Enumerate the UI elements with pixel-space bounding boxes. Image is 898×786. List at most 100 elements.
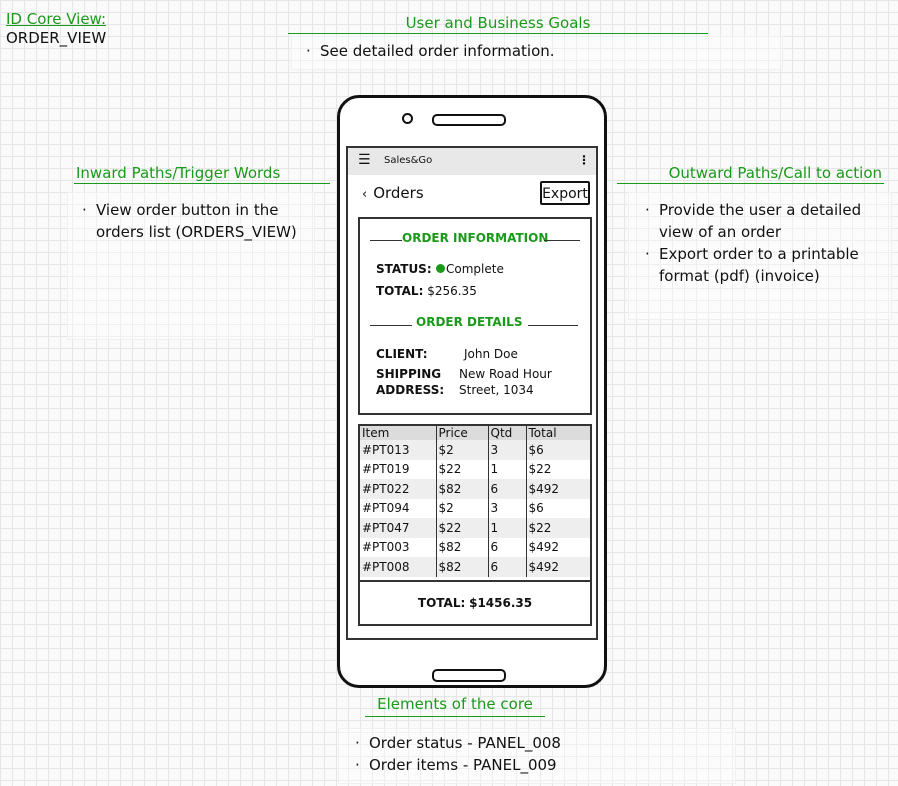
inward-header: Inward Paths/Trigger Words	[74, 163, 330, 184]
shipping-label-line2: ADDRESS:	[376, 383, 445, 397]
table-cell: 3	[488, 440, 527, 460]
table-cell: $82	[436, 479, 489, 499]
table-cell: $492	[526, 479, 590, 499]
elements-box: Order status - PANEL_008 Order items - P…	[338, 728, 736, 784]
outward-item: Provide the user a detailed view of an o…	[641, 199, 889, 243]
table-header-cell: Qtd	[488, 426, 527, 440]
order-info-panel: ORDER INFORMATION STATUS: Complete TOTAL…	[358, 217, 592, 415]
table-cell: $492	[526, 557, 590, 577]
chevron-left-icon: ‹	[362, 187, 368, 202]
table-cell: $6	[526, 440, 590, 460]
status-dot-icon	[436, 264, 445, 273]
table-cell: $22	[436, 459, 489, 479]
core-view-id: ID Core View: ORDER_VIEW	[6, 10, 106, 47]
table-header-cell: Price	[436, 426, 489, 440]
inward-item: View order button in the orders list (OR…	[78, 199, 306, 243]
divider	[370, 325, 412, 326]
order-info-title: ORDER INFORMATION	[402, 231, 549, 245]
shipping-label-line1: SHIPPING	[376, 367, 442, 381]
phone-screen: ☰ Sales&Go ⋮ ‹ Orders Export ORDER INFORM…	[346, 146, 598, 640]
camera-icon	[402, 113, 413, 124]
back-label: Orders	[373, 184, 424, 202]
table-row: #PT047 $22 1 $22	[360, 518, 590, 538]
table-cell: $6	[528, 501, 544, 516]
total-value: $256.35	[427, 284, 477, 298]
inward-title: Inward Paths/Trigger Words	[76, 164, 281, 182]
outward-list: Provide the user a detailed view of an o…	[641, 199, 889, 287]
table-row: #PT094 $2 3 $6	[360, 498, 590, 518]
export-button[interactable]: Export	[540, 181, 590, 205]
status-value: Complete	[446, 262, 504, 276]
speaker-icon	[432, 114, 506, 126]
hamburger-menu-icon[interactable]: ☰	[358, 152, 371, 168]
client-value: John Doe	[464, 347, 518, 361]
vertical-dots-icon[interactable]: ⋮	[578, 153, 590, 167]
shipping-value-line2: Street, 1034	[459, 383, 534, 397]
table-cell: #PT094	[360, 498, 437, 518]
divider	[528, 325, 578, 326]
inward-list: View order button in the orders list (OR…	[78, 199, 306, 243]
shipping-value-line1: New Road Hour	[459, 367, 552, 381]
grand-total-label: TOTAL:	[417, 596, 466, 610]
table-row: #PT008 $82 6 $492	[360, 557, 590, 577]
status-badge: Complete	[436, 262, 504, 277]
table-cell: #PT019	[360, 459, 437, 479]
grand-total-panel: TOTAL: $1456.35	[358, 580, 592, 626]
elements-item: Order items - PANEL_009	[351, 754, 561, 776]
table-cell: $82	[436, 557, 489, 577]
core-view-id-value: ORDER_VIEW	[6, 29, 107, 47]
table-cell: 6	[488, 557, 527, 577]
table-header-cell: Total	[526, 426, 590, 440]
core-view-id-label: ID Core View:	[6, 10, 107, 28]
table-cell: $22	[436, 518, 489, 538]
grand-total-value: $1456.35	[469, 596, 533, 610]
table-cell: 3	[488, 498, 527, 518]
app-topbar: ☰ Sales&Go ⋮	[348, 148, 596, 175]
table-row: #PT003 $82 6 $492	[360, 537, 590, 557]
table-cell: 1	[488, 459, 527, 479]
table-cell: #PT013	[360, 440, 437, 460]
order-details-title: ORDER DETAILS	[416, 315, 523, 329]
elements-title: Elements of the core	[377, 695, 533, 713]
table-cell: #PT008	[360, 557, 437, 577]
order-items-body: Item Price Qtd Total #PT013 $2 3 $6 #PT019 $22 1 $2…	[360, 426, 590, 577]
table-cell: $2	[436, 440, 489, 460]
elements-header: Elements of the core	[365, 694, 545, 717]
total-label: TOTAL:	[376, 284, 424, 298]
table-row: #PT013 $2 3 $6	[360, 440, 590, 460]
app-name: Sales&Go	[384, 155, 433, 166]
table-header-cell: Item	[360, 426, 437, 440]
outward-item: Export order to a printable format (pdf)…	[641, 243, 889, 287]
goals-list: See detailed order information.	[302, 40, 555, 62]
home-button[interactable]	[432, 669, 506, 682]
order-items-panel: Item Price Qtd Total #PT013 $2 3 $6 #PT019 $22 1 $2…	[358, 424, 592, 582]
outward-box: Provide the user a detailed view of an o…	[628, 192, 892, 320]
goals-header: User and Business Goals	[288, 13, 708, 34]
elements-item: Order status - PANEL_008	[351, 732, 561, 754]
divider	[370, 240, 402, 241]
table-cell: #PT047	[360, 518, 437, 538]
table-header-row: Item Price Qtd Total	[360, 426, 590, 440]
table-cell: #PT003	[360, 537, 437, 557]
phone-frame: ☰ Sales&Go ⋮ ‹ Orders Export ORDER INFORM…	[337, 95, 607, 688]
goals-title: User and Business Goals	[405, 14, 591, 32]
table-cell: $22	[526, 518, 590, 538]
inward-box: View order button in the orders list (OR…	[67, 192, 315, 340]
status-label: STATUS:	[376, 262, 432, 276]
table-cell: 6	[488, 537, 527, 557]
table-cell: #PT022	[360, 479, 437, 499]
total-row: TOTAL: $256.35	[376, 284, 477, 299]
table-cell: $492	[528, 540, 560, 555]
client-label: CLIENT:	[376, 347, 428, 361]
grand-total-row: TOTAL: $1456.35	[360, 596, 590, 610]
back-button[interactable]: ‹ Orders	[362, 184, 424, 202]
goals-box: See detailed order information.	[291, 36, 783, 70]
outward-title: Outward Paths/Call to action	[668, 164, 882, 182]
table-row: #PT022 $82 6 $492	[360, 479, 590, 499]
table-cell: $82	[436, 537, 489, 557]
table-cell: 6	[488, 479, 527, 499]
table-cell: $22	[528, 462, 552, 477]
divider	[544, 240, 580, 241]
table-cell: $2	[436, 498, 489, 518]
order-items-table: Item Price Qtd Total #PT013 $2 3 $6 #PT019 $22 1 $2…	[360, 426, 590, 577]
